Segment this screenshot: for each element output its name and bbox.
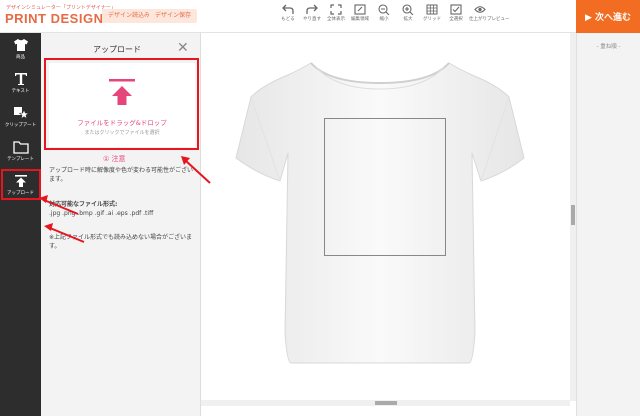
sidebar-item-clipart[interactable]: クリップアート [0,103,41,137]
zoom-out-button[interactable]: 縮小 [373,4,395,22]
text-icon [14,73,27,85]
zoom-in-label: 拡大 [403,17,413,22]
layer-order-panel: - 重ね順 - [576,33,640,416]
sidebar-item-product[interactable]: 商品 [0,35,41,69]
left-sidebar: 商品 テキスト クリップアート テンプレート アップロード [0,33,41,416]
preview-icon [474,6,486,13]
redo-button[interactable]: やり直す [301,4,323,22]
top-header: デザインシミュレーター「プリントデザイナー」 PRINT DESIGNER デザ… [0,0,576,33]
sidebar-item-template[interactable]: テンプレート [0,137,41,171]
load-design-button[interactable]: デザイン読込み [102,9,157,23]
sidebar-item-text[interactable]: テキスト [0,69,41,103]
grid-button[interactable]: グリッド [421,4,443,22]
zoom-in-button[interactable]: 拡大 [397,4,419,22]
toolbar: もどる やり直す 全体表示 編集領域 縮小 拡大 グリッド 全選択 仕上がりプレ… [277,4,510,22]
formats-note: ※上記ファイル形式でも読み込めない場合がございます。 [49,234,193,250]
redo-label: やり直す [303,17,321,22]
fit-view-button[interactable]: 全体表示 [325,4,347,22]
grid-label: グリッド [423,17,441,22]
formats-list: .jpg .png .bmp .gif .ai .eps .pdf .tiff [49,210,154,217]
clipart-icon [13,107,29,120]
sidebar-item-label: テンプレート [7,157,34,162]
fit-icon [330,4,342,15]
vertical-scroll-thumb[interactable] [571,205,575,225]
next-step-button[interactable]: ▶ 次へ進む [576,0,640,33]
tshirt-icon [13,39,28,51]
sidebar-item-label: テキスト [11,89,30,94]
panel-title: アップロード [93,45,141,54]
redo-icon [306,4,318,14]
zoom-out-label: 縮小 [379,17,389,22]
edit-area-label: 編集領域 [351,17,369,22]
zoom-in-icon [402,4,414,15]
layer-order-label: - 重ね順 - [596,44,621,50]
save-design-button[interactable]: デザイン保存 [149,9,198,23]
horizontal-scroll-thumb[interactable] [375,401,397,405]
select-all-button[interactable]: 全選択 [445,4,467,22]
logo-subtitle: デザインシミュレーター「プリントデザイナー」 [6,5,116,11]
grid-icon [426,4,438,15]
sidebar-item-label: 商品 [16,55,25,60]
notice-heading: ① 注意 [103,155,126,163]
fit-view-label: 全体表示 [327,17,345,22]
preview-button[interactable]: 仕上がりプレビュー [469,4,510,22]
folder-icon [12,141,29,154]
annotation-box-drop-zone [44,58,199,150]
print-designer-app: デザインシミュレーター「プリントデザイナー」 PRINT DESIGNER デザ… [0,0,640,416]
edit-area-button[interactable]: 編集領域 [349,4,371,22]
preview-label: 仕上がりプレビュー [469,17,510,22]
notice-text: アップロード時に解像度や色が変わる可能性がございます。 [49,167,194,183]
undo-button[interactable]: もどる [277,4,299,22]
close-icon[interactable]: ✕ [177,41,189,55]
zoom-out-icon [378,4,390,15]
undo-label: もどる [281,17,295,22]
formats-heading: 対応可能なファイル形式: [49,201,118,208]
select-all-label: 全選択 [449,17,463,22]
print-area-box[interactable] [324,118,446,256]
edit-area-icon [354,4,366,15]
undo-icon [282,4,294,14]
sidebar-item-label: クリップアート [4,123,37,128]
select-all-icon [450,4,462,15]
annotation-box-upload-tab [1,169,41,200]
